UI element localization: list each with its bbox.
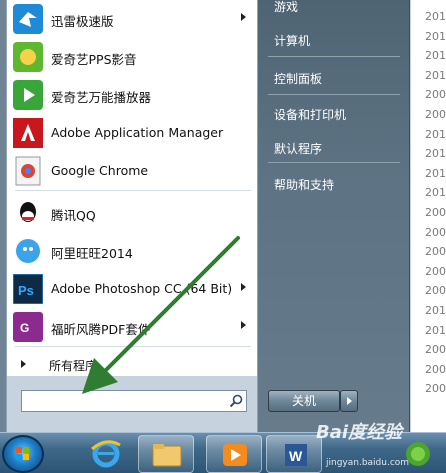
annotation-arrow	[82, 236, 240, 394]
watermark-url: jingyan.baidu.com	[326, 458, 410, 468]
watermark-logo: Bai度经验	[316, 422, 403, 443]
